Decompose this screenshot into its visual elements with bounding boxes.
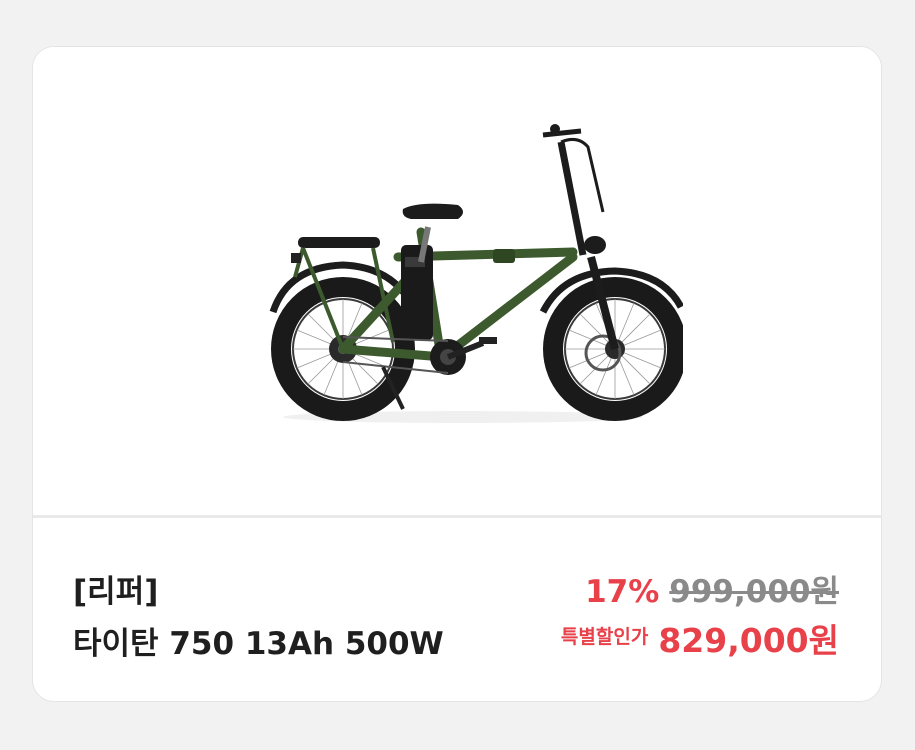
product-name[interactable]: 타이탄 750 13Ah 500W — [73, 618, 444, 663]
price-row: 17% 999,000원 — [585, 566, 839, 611]
product-card[interactable]: [리퍼] 타이탄 750 13Ah 500W 17% 999,000원 특별할인가… — [32, 46, 882, 702]
product-info: [리퍼] 타이탄 750 13Ah 500W 17% 999,000원 특별할인가… — [33, 518, 881, 701]
discount-rate: 17% — [585, 574, 660, 610]
product-image-area[interactable] — [33, 47, 881, 515]
product-image — [269, 124, 683, 423]
sale-price: 829,000원 — [658, 621, 839, 660]
sale-label: 특별할인가 — [560, 625, 649, 648]
product-brand-tag: [리퍼] — [73, 574, 159, 610]
original-price: 999,000원 — [669, 574, 839, 610]
sale-price-row: 특별할인가 829,000원 — [561, 614, 839, 662]
